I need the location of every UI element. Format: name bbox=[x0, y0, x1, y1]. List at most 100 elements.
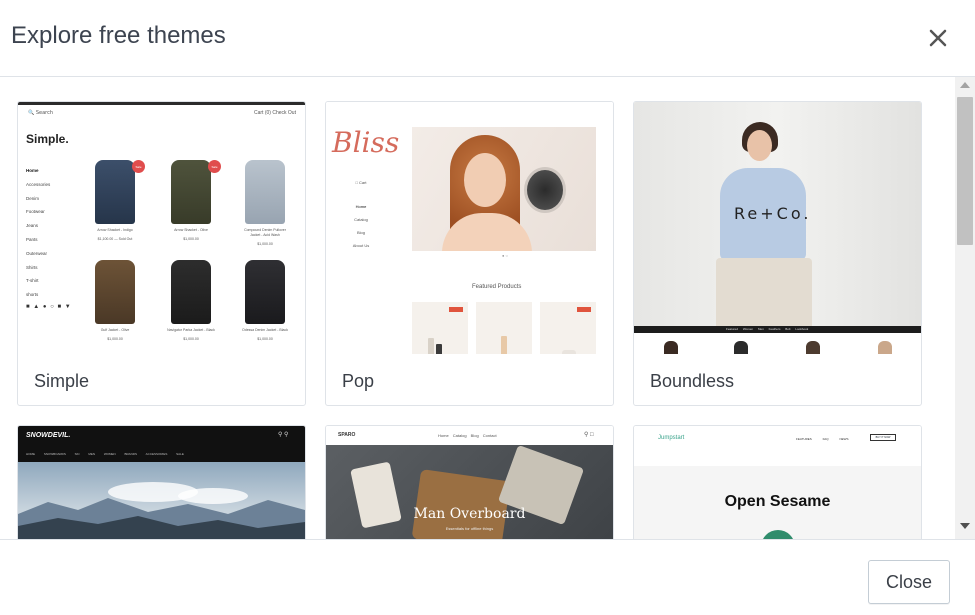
preview-cart-text: □ Cart bbox=[355, 180, 367, 185]
preview-product-figure bbox=[878, 341, 892, 354]
preview-hero-subtitle: Essentials for offline things bbox=[445, 526, 494, 531]
product-price: $1,000.00 bbox=[183, 237, 199, 241]
hero-mountains bbox=[18, 498, 305, 539]
preview-nav-item: Home bbox=[355, 204, 367, 209]
preview-nav-item: Denim bbox=[26, 195, 40, 201]
modal-header: Explore free themes bbox=[0, 0, 975, 77]
theme-name: Boundless bbox=[650, 371, 735, 391]
sale-badge: Sale bbox=[132, 160, 145, 173]
sale-badge bbox=[577, 307, 591, 312]
preview-product-tile bbox=[412, 302, 468, 354]
product-caption: Gulf Jacket - Olive bbox=[100, 328, 130, 332]
product-bottle bbox=[436, 344, 442, 354]
preview-nav-item: Accessories bbox=[26, 181, 51, 187]
preview-hero-image bbox=[326, 445, 613, 539]
theme-card-simple[interactable]: 🔍 Search Cart (0) Check Out Simple. Home… bbox=[17, 101, 306, 406]
product-image bbox=[95, 260, 135, 324]
explore-themes-modal: Explore free themes 🔍 Search Cart (0) Ch… bbox=[0, 0, 975, 615]
preview-nav-item: Catalog bbox=[354, 217, 368, 222]
search-icon: ⚲ □ bbox=[584, 432, 594, 438]
preview-brand: SPARO bbox=[338, 432, 356, 438]
preview-nav-item: About Us bbox=[352, 243, 370, 248]
search-icon: 🔍 Search bbox=[28, 110, 54, 116]
theme-preview-snowdevil: SNOWDEVIL. ⚲ ⚲ HOME SNOWBOARDS SKI MEN W… bbox=[18, 426, 305, 539]
preview-nav: Home Catalog Blog About Us bbox=[348, 200, 374, 252]
theme-card-pop[interactable]: Bliss □ Cart Home Catalog Blog About Us bbox=[325, 101, 614, 406]
product-price: $1,000.00 bbox=[257, 242, 273, 246]
preview-product-figure bbox=[734, 341, 748, 354]
product-caption: Navigator Parka Jacket - Black bbox=[167, 328, 215, 332]
preview-nav: FEATURES FAQ NEWS bbox=[796, 437, 849, 441]
product-image bbox=[245, 260, 285, 324]
scrollbar-thumb[interactable] bbox=[957, 97, 973, 245]
preview-featured-heading: Featured Products bbox=[472, 284, 522, 290]
modal-body: 🔍 Search Cart (0) Check Out Simple. Home… bbox=[0, 77, 975, 539]
theme-preview-boundless: Re+Co. Featured Women Men Feathers Bolt … bbox=[634, 102, 921, 354]
sale-badge bbox=[449, 307, 463, 312]
preview-product-figure bbox=[806, 341, 820, 354]
preview-topbar bbox=[18, 102, 305, 105]
hero-figure bbox=[716, 258, 812, 326]
hero-figure bbox=[464, 153, 506, 207]
preview-nav: Home Catalog Blog Contact bbox=[438, 433, 497, 438]
preview-nav: HOME SNOWBOARDS SKI MEN WOMEN BRANDS ACC… bbox=[26, 452, 184, 456]
theme-preview-simple: 🔍 Search Cart (0) Check Out Simple. Home… bbox=[18, 102, 305, 354]
preview-product: Odessa Denim Jacket - Black $1,000.00 bbox=[240, 260, 290, 342]
preview-nav-item: shorts bbox=[26, 292, 39, 298]
theme-preview-jumpstart: Jumpstart FEATURES FAQ NEWS BUY IT NOW O… bbox=[634, 426, 921, 539]
preview-product: Arrow Shacket - Olive $1,000.00 bbox=[166, 160, 216, 242]
preview-hero-image bbox=[412, 127, 596, 251]
product-image bbox=[171, 260, 211, 324]
close-icon-glyph bbox=[929, 29, 947, 47]
preview-hero-title: Man Overboard bbox=[413, 506, 526, 522]
preview-brand: Re+Co. bbox=[734, 204, 812, 223]
preview-nav-item: Pants bbox=[26, 236, 38, 242]
product-bottle bbox=[428, 338, 434, 354]
product-image bbox=[245, 160, 285, 224]
product-jar bbox=[562, 350, 576, 354]
preview-product: Compound Denim Pullover Jacket - Acid Wa… bbox=[240, 160, 290, 247]
modal-footer: Close bbox=[0, 539, 975, 615]
scrollbar[interactable] bbox=[955, 77, 975, 539]
product-price: $1,000.00 bbox=[257, 337, 273, 341]
social-icons: ■ ▲ ● ○ ■ ▼ bbox=[26, 304, 72, 310]
preview-product-figure bbox=[664, 341, 678, 354]
product-bottle bbox=[501, 336, 507, 354]
sale-badge: Sale bbox=[208, 160, 221, 173]
product-price: $1,000.00 bbox=[107, 337, 123, 341]
theme-card-jumpstart[interactable]: Jumpstart FEATURES FAQ NEWS BUY IT NOW O… bbox=[633, 425, 922, 539]
preview-nav-item: Shirts bbox=[26, 264, 38, 270]
preview-nav-item: Jeans bbox=[26, 223, 39, 229]
product-price: $1,100.00 — Sold Out bbox=[97, 237, 133, 241]
product-caption: Arrow Shacket - Indigo bbox=[97, 228, 133, 232]
carousel-dots: ● ○ bbox=[502, 253, 508, 258]
preview-brand: Jumpstart bbox=[658, 435, 685, 441]
preview-product-tile bbox=[540, 302, 596, 354]
preview-product: Arrow Shacket - Indigo $1,100.00 — Sold … bbox=[90, 160, 140, 242]
theme-name: Pop bbox=[342, 371, 375, 391]
product-image bbox=[95, 160, 135, 224]
search-icon: ⚲ ⚲ bbox=[278, 432, 289, 438]
preview-buy-button: BUY IT NOW bbox=[870, 434, 896, 441]
preview-nav: Home Accessories Denim Footwear Jeans Pa… bbox=[26, 164, 50, 302]
preview-nav-item: Outerwear bbox=[26, 250, 48, 256]
theme-card-boundless[interactable]: Re+Co. Featured Women Men Feathers Bolt … bbox=[633, 101, 922, 406]
preview-product-tile bbox=[476, 302, 532, 354]
theme-card-man-overboard[interactable]: SPARO Home Catalog Blog Contact ⚲ □ Man … bbox=[325, 425, 614, 539]
theme-name: Simple bbox=[34, 371, 90, 391]
preview-logo: Bliss bbox=[332, 126, 400, 159]
scroll-up-arrow-icon[interactable] bbox=[960, 82, 970, 88]
theme-card-snowdevil[interactable]: SNOWDEVIL. ⚲ ⚲ HOME SNOWBOARDS SKI MEN W… bbox=[17, 425, 306, 539]
modal-title: Explore free themes bbox=[11, 22, 226, 49]
scroll-down-arrow-icon[interactable] bbox=[960, 523, 970, 529]
preview-nav-item: T-shirt bbox=[26, 278, 39, 284]
preview-product: Navigator Parka Jacket - Black $1,000.00 bbox=[166, 260, 216, 342]
product-caption: Odessa Denim Jacket - Black bbox=[242, 328, 288, 332]
close-icon[interactable] bbox=[924, 24, 952, 52]
preview-product: Gulf Jacket - Olive $1,000.00 bbox=[90, 260, 140, 342]
preview-cart-text: Cart (0) Check Out bbox=[254, 110, 296, 116]
close-button[interactable]: Close bbox=[868, 560, 950, 604]
preview-nav: Featured Women Men Feathers Bolt Lookboo… bbox=[726, 327, 809, 331]
preview-brand: Simple. bbox=[26, 132, 69, 146]
product-image bbox=[171, 160, 211, 224]
